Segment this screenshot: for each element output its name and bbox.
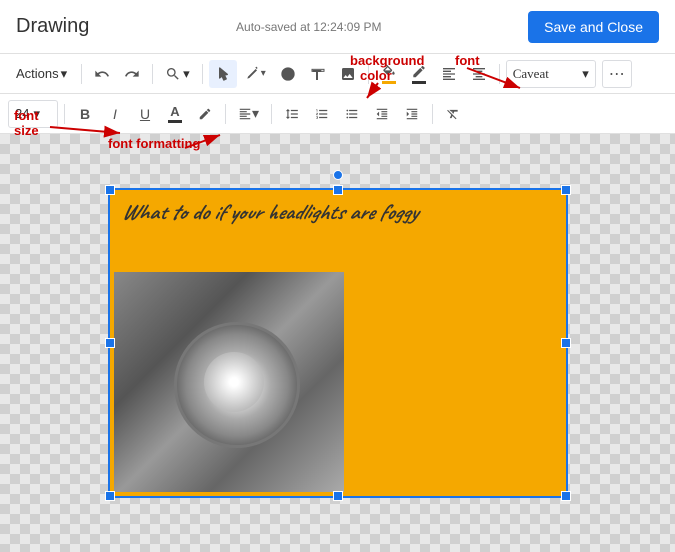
font-color-swatch [168, 120, 182, 123]
divider-1 [81, 64, 82, 84]
divider-3 [202, 64, 203, 84]
undo-button[interactable] [88, 60, 116, 88]
font-size-chevron-icon: ▾ [33, 106, 40, 122]
indent-less-button[interactable] [368, 100, 396, 128]
line-color-button[interactable] [405, 60, 433, 88]
underline-button[interactable]: U [131, 100, 159, 128]
line-color-swatch [412, 81, 426, 84]
header: Drawing Auto-saved at 12:24:09 PM Save a… [0, 0, 675, 54]
shape-tool-button[interactable] [274, 60, 302, 88]
align-left-button[interactable] [435, 60, 463, 88]
handle-top-right[interactable] [561, 185, 571, 195]
divider-5 [499, 64, 500, 84]
background-color-swatch [382, 81, 396, 84]
more-options-button[interactable]: ⋯ [602, 60, 632, 88]
toolbar-primary: Actions ▾ ▾ ▾ Caveat [0, 54, 675, 94]
italic-button[interactable]: I [101, 100, 129, 128]
divider-8 [271, 104, 272, 124]
handle-top-middle[interactable] [333, 185, 343, 195]
divider-2 [152, 64, 153, 84]
clear-format-button[interactable] [439, 100, 467, 128]
handle-top-left[interactable] [105, 185, 115, 195]
handle-bottom-right[interactable] [561, 491, 571, 501]
image-tool-button[interactable] [334, 60, 362, 88]
font-chevron-icon: ▾ [582, 66, 589, 82]
drawing-box: What to do if your headlights are foggy [108, 188, 568, 498]
divider-9 [432, 104, 433, 124]
handle-bottom-left[interactable] [105, 491, 115, 501]
save-close-button[interactable]: Save and Close [528, 11, 659, 43]
zoom-button[interactable]: ▾ [159, 62, 196, 86]
align-center-button[interactable] [465, 60, 493, 88]
bold-button[interactable]: B [71, 100, 99, 128]
indent-more-button[interactable] [398, 100, 426, 128]
car-headlight-image [114, 272, 344, 492]
background-color-button[interactable] [375, 60, 403, 88]
bullet-list-button[interactable] [338, 100, 366, 128]
divider-7 [225, 104, 226, 124]
handle-middle-right[interactable] [561, 338, 571, 348]
line-tool-button[interactable]: ▾ [239, 60, 272, 88]
handle-bottom-middle[interactable] [333, 491, 343, 501]
line-spacing-button[interactable] [278, 100, 306, 128]
font-selector[interactable]: Caveat ▾ [506, 60, 596, 88]
toolbar-secondary: 24 ▾ B I U A ▾ [0, 94, 675, 134]
divider-4 [368, 64, 369, 84]
font-color-button[interactable]: A [161, 100, 189, 128]
canvas-area[interactable]: What to do if your headlights are foggy [0, 134, 675, 552]
drawing-image-area [110, 230, 566, 496]
handle-middle-left[interactable] [105, 338, 115, 348]
highlight-button[interactable] [191, 100, 219, 128]
drawing-title: What to do if your headlights are foggy [110, 190, 566, 230]
text-tool-button[interactable] [304, 60, 332, 88]
ordered-list-button[interactable] [308, 100, 336, 128]
select-tool-button[interactable] [209, 60, 237, 88]
divider-6 [64, 104, 65, 124]
rotation-handle[interactable] [333, 170, 343, 180]
text-align-button[interactable]: ▾ [232, 100, 265, 128]
actions-menu-button[interactable]: Actions ▾ [8, 62, 75, 86]
zoom-chevron: ▾ [183, 66, 190, 82]
autosave-status: Auto-saved at 12:24:09 PM [236, 20, 381, 34]
font-size-selector[interactable]: 24 ▾ [8, 100, 58, 128]
app-title: Drawing [16, 15, 89, 38]
redo-button[interactable] [118, 60, 146, 88]
